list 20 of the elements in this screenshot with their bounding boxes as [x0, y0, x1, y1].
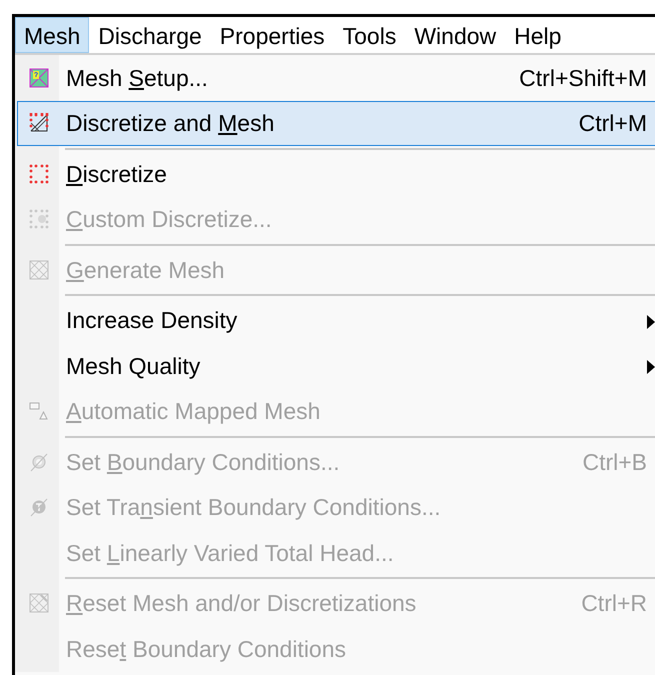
discretize-icon — [29, 164, 49, 184]
menu-bar-item[interactable]: Tools — [334, 17, 406, 53]
menu-item[interactable]: Increase Density — [17, 298, 655, 343]
menu-item[interactable]: Mesh Quality — [17, 343, 655, 388]
discretize-icon — [29, 209, 49, 230]
boundary-icon — [29, 452, 49, 472]
menu-bar-item[interactable]: Mesh — [15, 17, 90, 53]
discretize-mesh-icon — [29, 113, 49, 134]
menu-item[interactable]: Mesh Setup... Ctrl+Shift+M — [17, 55, 655, 100]
menu-bar-item[interactable]: Help — [505, 17, 570, 53]
menu-bar-item[interactable]: Discharge — [89, 17, 211, 53]
menu-bar-item[interactable]: Window — [405, 17, 506, 53]
menu-bar-item[interactable]: Properties — [210, 17, 334, 53]
mesh-grid-icon — [29, 593, 49, 614]
menu-item[interactable]: Discretize and Mesh Ctrl+M — [17, 100, 655, 146]
mesh-setup-icon — [29, 68, 49, 88]
boundary-icon — [29, 497, 49, 518]
shapes-icon — [29, 401, 49, 422]
menu-item[interactable]: Discretize — [17, 151, 655, 196]
mesh-grid-icon — [29, 260, 49, 280]
